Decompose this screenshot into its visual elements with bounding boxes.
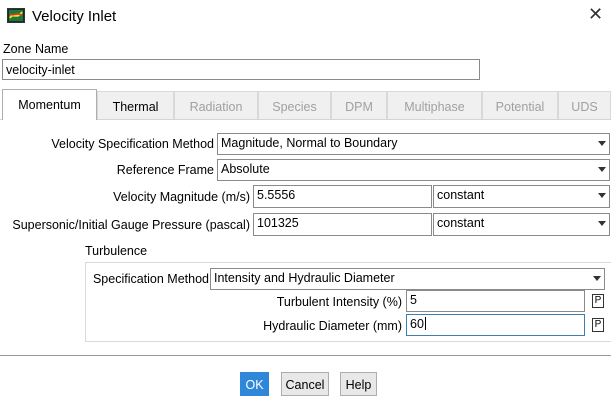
ok-button[interactable]: OK: [240, 372, 269, 396]
velocity-spec-method-label: Velocity Specification Method: [51, 137, 214, 151]
chevron-down-icon: [598, 193, 606, 198]
velocity-magnitude-input[interactable]: 5.5556: [253, 185, 432, 208]
hydraulic-diameter-input[interactable]: 60: [406, 314, 585, 336]
hydraulic-diameter-value: 60: [410, 317, 424, 331]
turbulent-intensity-param-button[interactable]: P: [592, 294, 604, 308]
window-title: Velocity Inlet: [32, 8, 117, 25]
tab-species[interactable]: Species: [258, 91, 331, 119]
tab-dpm[interactable]: DPM: [331, 91, 387, 119]
velocity-spec-method-value: Magnitude, Normal to Boundary: [221, 136, 398, 150]
chevron-down-icon: [598, 221, 606, 226]
gauge-pressure-profile-dropdown[interactable]: constant: [433, 213, 610, 236]
velocity-spec-method-dropdown[interactable]: Magnitude, Normal to Boundary: [217, 133, 610, 155]
turbulence-spec-method-value: Intensity and Hydraulic Diameter: [214, 271, 395, 285]
gauge-pressure-input[interactable]: 101325: [253, 213, 432, 236]
turbulence-heading: Turbulence: [85, 244, 148, 258]
turbulence-spec-method-dropdown[interactable]: Intensity and Hydraulic Diameter: [210, 268, 605, 290]
text-caret: [424, 317, 426, 330]
chevron-down-icon: [598, 141, 606, 146]
zone-name-label: Zone Name: [3, 42, 69, 56]
fluent-app-icon: [7, 8, 25, 23]
turbulence-spec-method-label: Specification Method: [92, 272, 209, 286]
tab-potential[interactable]: Potential: [482, 91, 558, 119]
tab-multiphase[interactable]: Multiphase: [387, 91, 482, 119]
title-bar: Velocity Inlet ✕: [0, 0, 611, 34]
reference-frame-dropdown[interactable]: Absolute: [217, 159, 610, 181]
hydraulic-diameter-label: Hydraulic Diameter (mm): [263, 319, 402, 333]
chevron-down-icon: [598, 167, 606, 172]
reference-frame-value: Absolute: [221, 162, 270, 176]
footer-separator: [0, 355, 611, 356]
zone-name-input[interactable]: velocity-inlet: [2, 59, 480, 80]
hydraulic-diameter-param-button[interactable]: P: [592, 318, 604, 332]
turbulent-intensity-input[interactable]: 5: [406, 290, 585, 312]
velocity-magnitude-profile-value: constant: [437, 188, 485, 202]
velocity-magnitude-label: Velocity Magnitude (m/s): [113, 190, 250, 204]
velocity-magnitude-profile-dropdown[interactable]: constant: [433, 185, 610, 208]
tab-thermal[interactable]: Thermal: [97, 91, 174, 119]
turbulent-intensity-label: Turbulent Intensity (%): [276, 295, 402, 309]
gauge-pressure-profile-value: constant: [437, 216, 485, 230]
tab-uds[interactable]: UDS: [558, 91, 611, 119]
help-button[interactable]: Help: [340, 372, 377, 396]
gauge-pressure-label: Supersonic/Initial Gauge Pressure (pasca…: [12, 218, 250, 232]
cancel-button[interactable]: Cancel: [281, 372, 329, 396]
chevron-down-icon: [593, 276, 601, 281]
reference-frame-label: Reference Frame: [116, 163, 214, 177]
tab-radiation[interactable]: Radiation: [174, 91, 258, 119]
tab-momentum[interactable]: Momentum: [2, 89, 97, 120]
close-icon[interactable]: ✕: [588, 4, 603, 25]
